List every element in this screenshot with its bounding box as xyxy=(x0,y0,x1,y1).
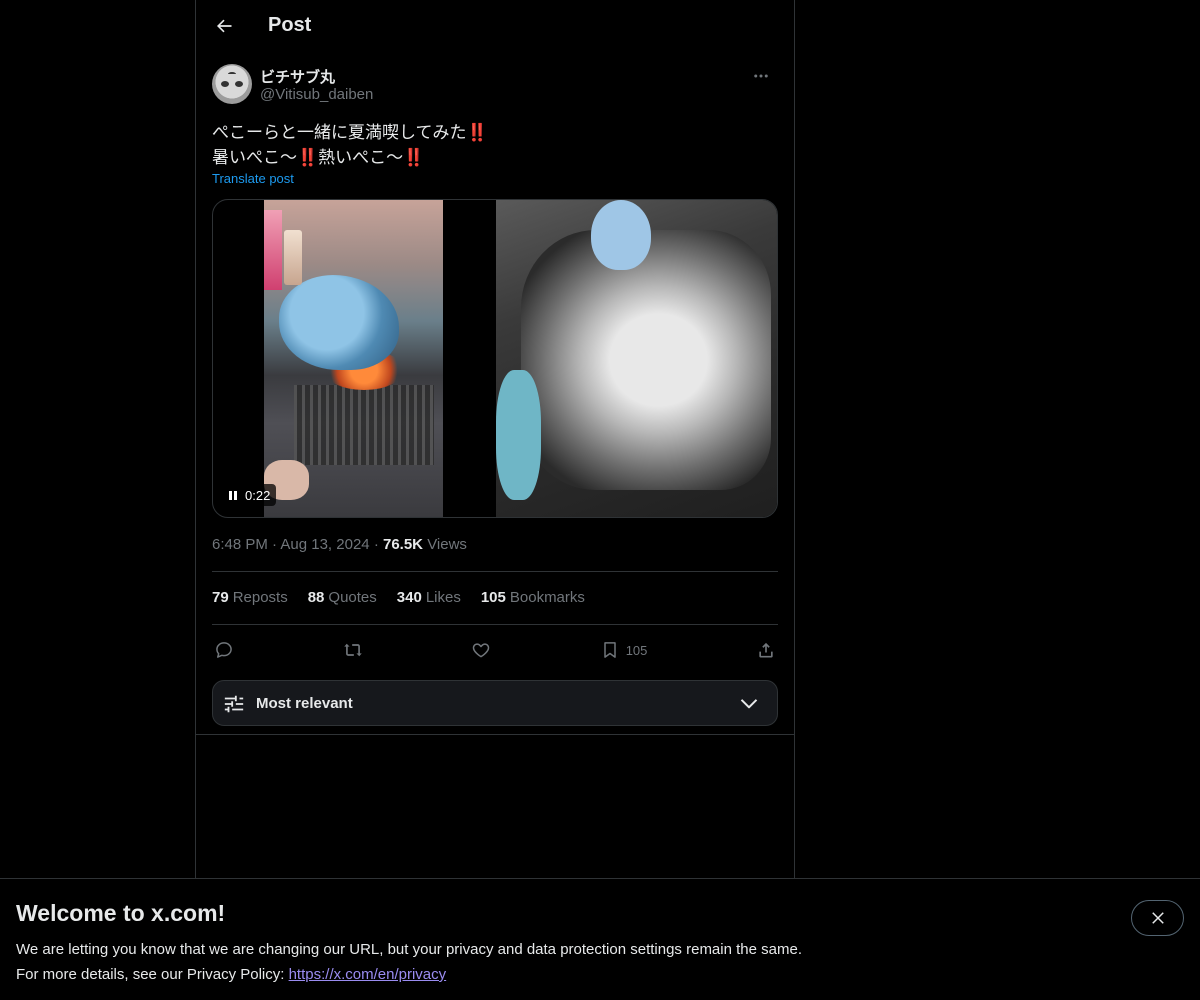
post-text-segment: ぺこーらと一緒に夏満喫してみた xyxy=(212,123,467,142)
repost-icon xyxy=(343,643,362,657)
chevron-down-icon xyxy=(740,699,758,709)
back-arrow-icon xyxy=(217,19,232,33)
post-actions: 105 xyxy=(212,634,778,666)
share-icon xyxy=(759,642,773,658)
post-author: ビチサブ丸 @Vitisub_daiben xyxy=(212,64,778,108)
post-stats: 79 Reposts 88 Quotes 340 Likes 105 Bookmarks xyxy=(212,589,585,606)
quotes-stat[interactable]: 88 Quotes xyxy=(308,589,377,606)
separator: · xyxy=(272,536,278,553)
like-icon xyxy=(472,643,490,658)
post-text-line-1: ぺこーらと一緒に夏満喫してみた‼️ xyxy=(212,120,778,145)
header: Post xyxy=(196,0,794,54)
divider xyxy=(212,624,778,625)
more-button[interactable] xyxy=(744,64,778,88)
filter-icon xyxy=(224,695,244,713)
repost-button[interactable] xyxy=(341,640,365,660)
post-meta: 6:48 PM · Aug 13, 2024 · 76.5K Views xyxy=(212,536,467,553)
back-button[interactable] xyxy=(206,8,242,44)
banner-text: We are letting you know that we are chan… xyxy=(16,937,802,987)
author-handle[interactable]: @Vitisub_daiben xyxy=(260,86,373,103)
reply-icon xyxy=(216,642,232,658)
banner-line-1: We are letting you know that we are chan… xyxy=(16,941,802,958)
video-frame-left xyxy=(264,200,443,517)
video-time: 0:22 xyxy=(245,487,271,503)
post-date[interactable]: Aug 13, 2024 xyxy=(280,536,369,553)
video-timer[interactable]: 0:22 xyxy=(223,484,277,506)
bookmark-button[interactable]: 105 xyxy=(598,640,650,660)
author-display-name[interactable]: ビチサブ丸 xyxy=(260,66,335,87)
views-label: Views xyxy=(427,536,467,553)
close-icon xyxy=(1151,912,1164,924)
reposts-stat[interactable]: 79 Reposts xyxy=(212,589,288,606)
post-text-line-2: 暑いぺこ～‼️熱いぺこ～‼️ xyxy=(212,145,778,170)
reply-button[interactable] xyxy=(212,640,236,660)
close-banner-button[interactable] xyxy=(1131,900,1184,936)
reply-sort-dropdown[interactable]: Most relevant xyxy=(212,680,778,726)
privacy-policy-link[interactable]: https://x.com/en/privacy xyxy=(289,966,447,983)
double-exclamation-emoji: ‼️ xyxy=(466,123,488,142)
avatar[interactable] xyxy=(212,64,252,104)
divider xyxy=(196,734,794,735)
separator: · xyxy=(373,536,379,553)
share-button[interactable] xyxy=(754,640,778,660)
sort-label: Most relevant xyxy=(256,695,353,712)
bookmarks-stat[interactable]: 105 Bookmarks xyxy=(481,589,585,606)
like-button[interactable] xyxy=(469,640,493,660)
post-text-segment: 熱いぺこ～ xyxy=(318,148,404,167)
banner-title: Welcome to x.com! xyxy=(16,900,226,926)
likes-stat[interactable]: 340 Likes xyxy=(397,589,461,606)
banner-line-2: For more details, see our Privacy Policy… xyxy=(16,962,802,987)
url-change-banner: Welcome to x.com! We are letting you kno… xyxy=(0,878,1200,1000)
bookmark-icon xyxy=(603,642,616,658)
video-player[interactable]: 0:22 xyxy=(212,199,778,518)
post-text-segment: 暑いぺこ～ xyxy=(212,148,297,167)
bookmark-count: 105 xyxy=(625,642,648,658)
divider xyxy=(212,571,778,572)
translate-post-link[interactable]: Translate post xyxy=(212,171,294,186)
video-frame-right xyxy=(496,200,777,517)
more-icon xyxy=(754,74,768,78)
pause-icon[interactable] xyxy=(229,490,237,500)
double-exclamation-emoji: ‼️ xyxy=(297,148,319,167)
main-column: Post ビチサブ丸 @Vitisub_daiben ぺこーらと一緒に夏満喫して… xyxy=(195,0,795,880)
banner-line-2-prefix: For more details, see our Privacy Policy… xyxy=(16,966,289,983)
post-text: ぺこーらと一緒に夏満喫してみた‼️ 暑いぺこ～‼️熱いぺこ～‼️ xyxy=(212,120,778,170)
views-count: 76.5K xyxy=(382,536,424,553)
page-title: Post xyxy=(268,14,312,36)
double-exclamation-emoji: ‼️ xyxy=(403,148,425,167)
post-time[interactable]: 6:48 PM xyxy=(212,536,268,553)
